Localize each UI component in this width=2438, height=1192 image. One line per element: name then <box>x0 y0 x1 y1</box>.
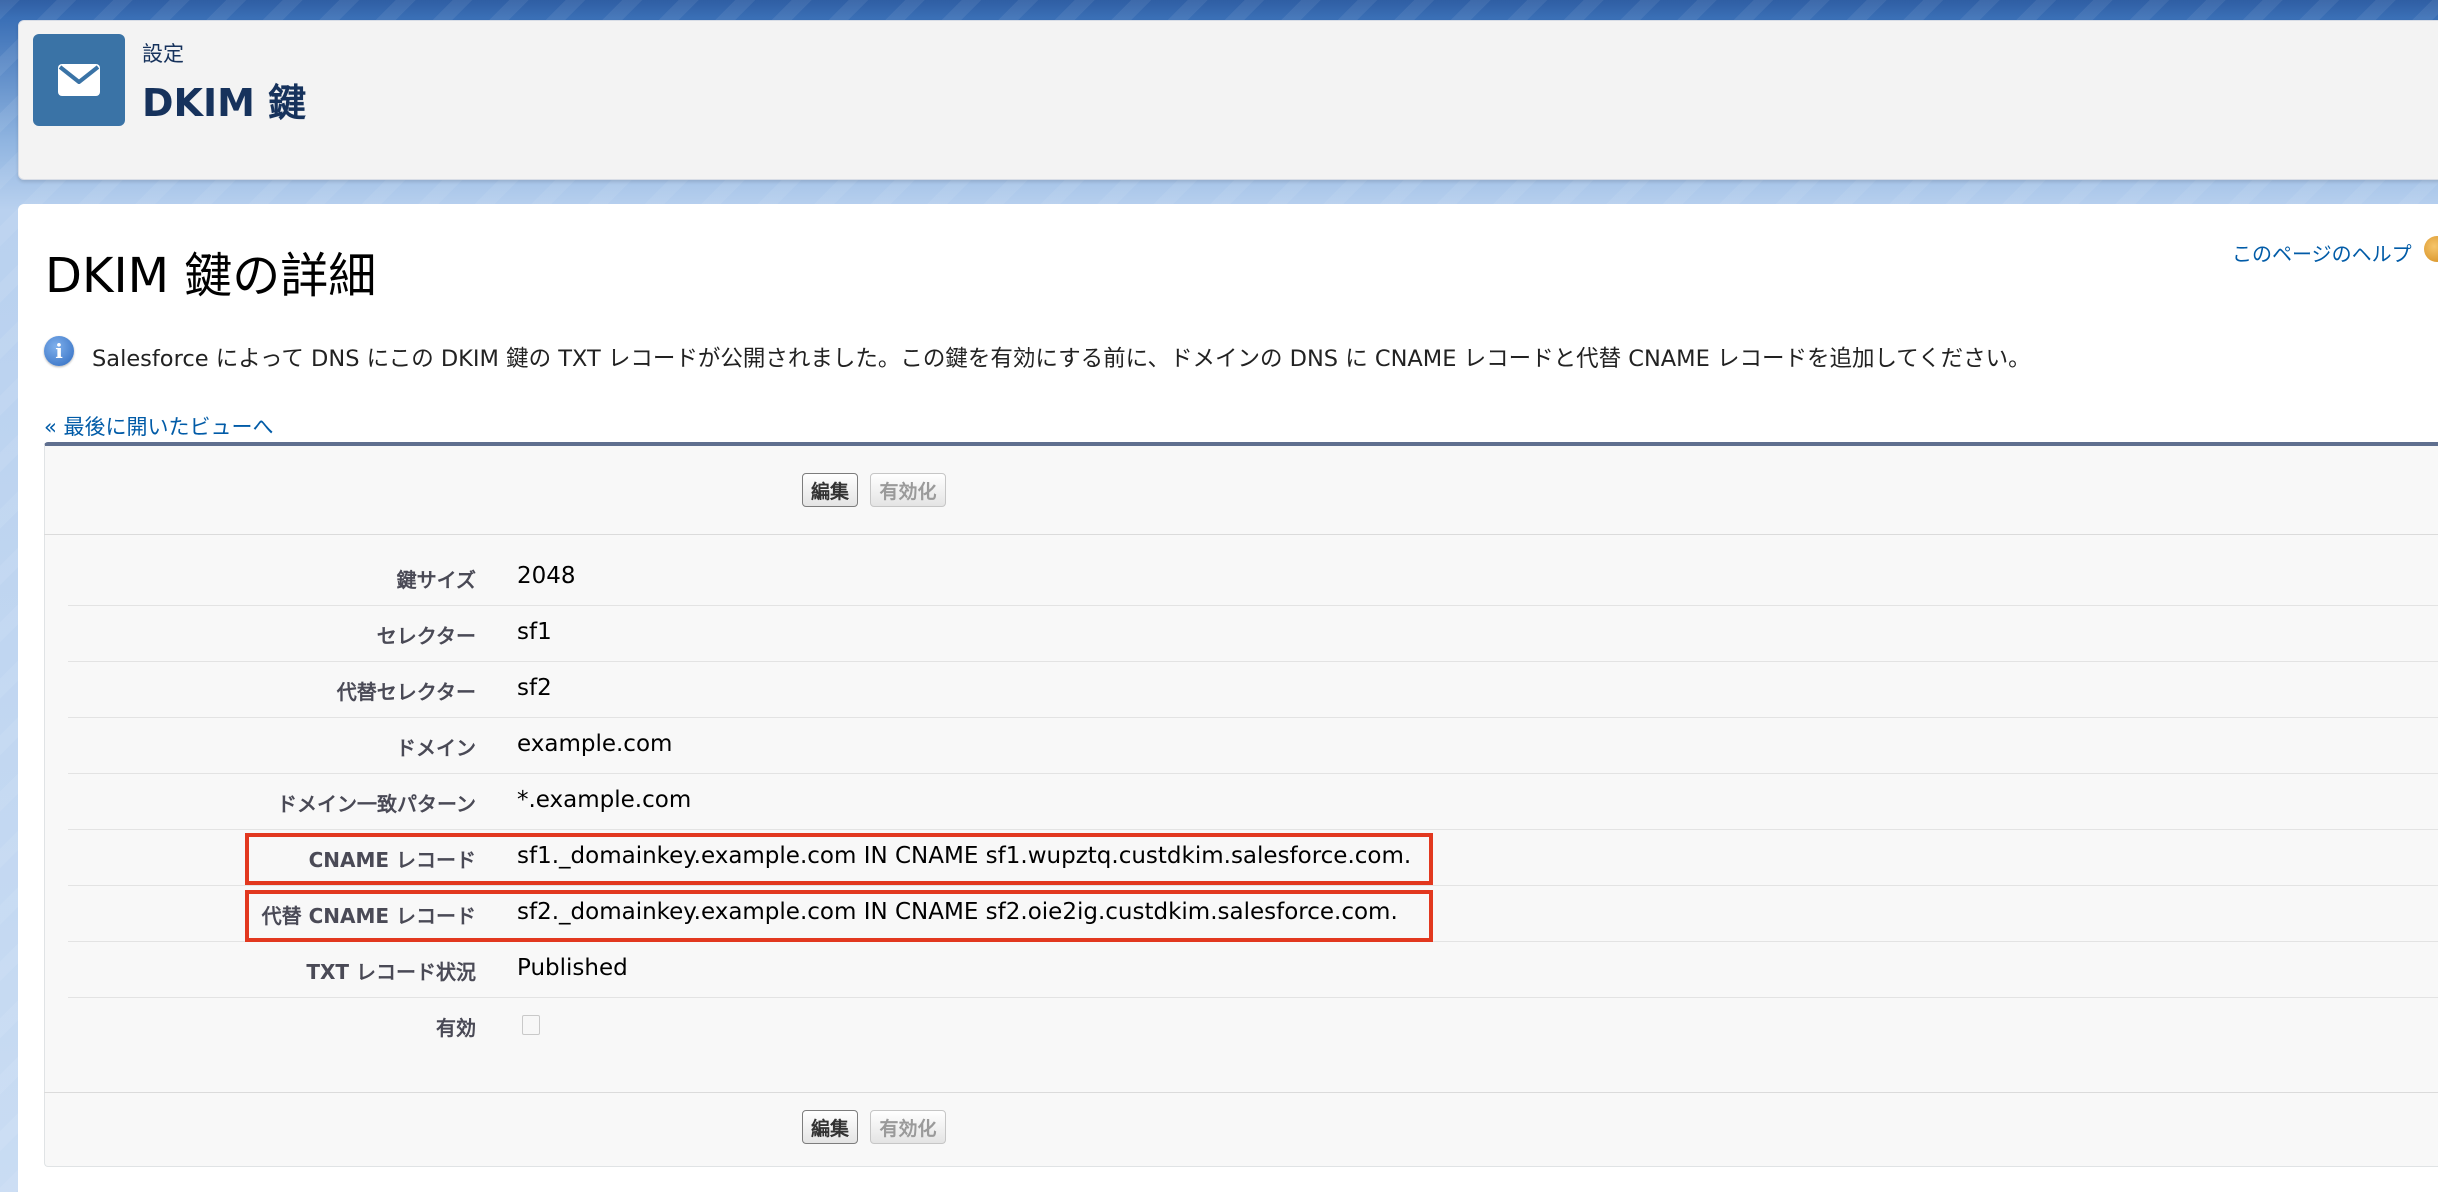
detail-row-alt-selector: 代替セレクター sf2 <box>68 662 2438 718</box>
bottom-button-row: 編集 有効化 <box>44 1092 2438 1161</box>
field-label: TXT レコード状況 <box>306 960 476 984</box>
field-value: example.com <box>517 731 673 757</box>
page-header <box>18 20 2438 180</box>
field-label: セレクター <box>376 624 476 648</box>
detail-row-domain: ドメイン example.com <box>68 718 2438 774</box>
activate-button[interactable]: 有効化 <box>870 473 946 507</box>
detail-row-txt-status: TXT レコード状況 Published <box>68 942 2438 998</box>
edit-button[interactable]: 編集 <box>802 473 858 507</box>
help-link[interactable]: このページのヘルプ <box>2232 238 2412 267</box>
activate-button[interactable]: 有効化 <box>870 1110 946 1144</box>
page-title: DKIM 鍵の詳細 <box>45 248 377 304</box>
detail-row-key-size: 鍵サイズ 2048 <box>68 550 2438 606</box>
top-button-row: 編集 有効化 <box>44 446 2438 535</box>
alt-cname-highlight-box <box>245 890 1433 942</box>
breadcrumb-setup[interactable]: 設定 <box>142 38 184 68</box>
info-message: Salesforce によって DNS にこの DKIM 鍵の TXT レコード… <box>92 346 2031 372</box>
field-value: sf2 <box>517 675 552 701</box>
detail-row-selector: セレクター sf1 <box>68 606 2438 662</box>
field-label: 鍵サイズ <box>396 568 476 592</box>
field-value: 2048 <box>517 563 576 589</box>
detail-row-domain-pattern: ドメイン一致パターン *.example.com <box>68 774 2438 830</box>
field-value: Published <box>517 955 628 981</box>
cname-highlight-box <box>245 833 1433 885</box>
edit-button[interactable]: 編集 <box>802 1110 858 1144</box>
info-icon: i <box>44 336 74 366</box>
field-value: sf1 <box>517 619 552 645</box>
email-icon <box>33 34 125 126</box>
field-label: 有効 <box>436 1016 476 1040</box>
field-label: ドメイン一致パターン <box>277 792 476 816</box>
field-label: ドメイン <box>396 736 476 760</box>
field-label: 代替セレクター <box>336 680 476 704</box>
field-value: *.example.com <box>517 787 692 813</box>
active-checkbox <box>522 1015 540 1035</box>
detail-row-active: 有効 <box>68 998 2438 1053</box>
back-to-list-link[interactable]: « 最後に開いたビューへ <box>44 411 274 441</box>
header-title: DKIM 鍵 <box>142 81 307 125</box>
